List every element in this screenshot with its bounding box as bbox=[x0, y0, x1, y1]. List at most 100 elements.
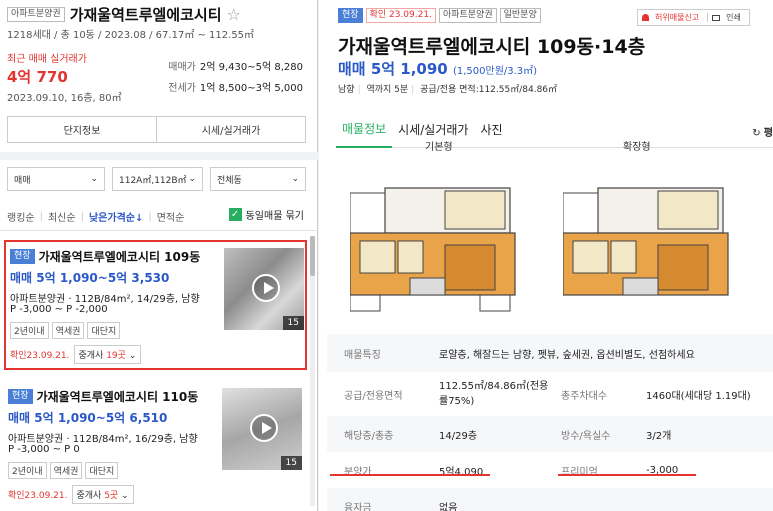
detail-tabs: 매물정보 시세/실거래가 사진 ↻ 평 bbox=[336, 112, 773, 148]
info-key: 총주차대수 bbox=[561, 390, 607, 402]
type-tag: 아파트분양권 bbox=[438, 8, 497, 23]
area-info: 공급/전용 면적:112.55㎡/84.86㎡ bbox=[420, 85, 558, 95]
listing-spec: 아파트분양권 · 112B/84m², 16/29층, 남향 bbox=[8, 434, 198, 445]
chevron-down-icon: ⌄ bbox=[291, 174, 299, 184]
listing-photo[interactable]: 15 bbox=[222, 388, 302, 470]
favorite-star-icon[interactable]: ☆ bbox=[227, 5, 241, 24]
listing-footer: 확인23.09.21. 중개사 5곳 ⌄ bbox=[8, 485, 134, 504]
scrollbar-thumb[interactable] bbox=[310, 236, 315, 276]
info-row-floor: 해당층/총층 14/29층 방수/욕실수 3/2개 bbox=[327, 416, 773, 452]
jeonse-range-value: 1억 8,500~3억 5,000 bbox=[199, 83, 303, 94]
floor-plan-extended[interactable] bbox=[563, 183, 733, 313]
listing-card[interactable]: 현장 가재울역트루엘에코시티 109동 매매 5억 1,090~5억 3,530… bbox=[4, 240, 307, 370]
sort-ranking[interactable]: 랭킹순 bbox=[7, 209, 35, 224]
market-price-button[interactable]: 시세/실거래가 bbox=[156, 117, 305, 142]
area-select[interactable]: 112A㎡,112B㎡ ⌄ bbox=[112, 167, 203, 191]
station-distance: 역까지 5분 bbox=[366, 85, 409, 95]
trade-type-value: 매매 bbox=[14, 175, 31, 186]
printer-icon bbox=[712, 14, 721, 21]
siren-icon bbox=[642, 14, 649, 21]
floor-plan-basic[interactable] bbox=[350, 183, 520, 313]
sort-latest[interactable]: 최신순 bbox=[48, 209, 76, 224]
sale-range-value: 2억 9,430~5억 8,280 bbox=[199, 62, 303, 73]
filter-bar: 매매 ⌄ 112A㎡,112B㎡ ⌄ 전체동 ⌄ bbox=[7, 167, 306, 191]
complex-summary: 1218세대 / 총 10동 / 2023.08 / 67.17㎡ ~ 112.… bbox=[7, 30, 255, 41]
listing-tag: 2년이내 bbox=[10, 322, 49, 339]
chevron-down-icon: ⌄ bbox=[90, 174, 98, 184]
info-row-features: 매물특징 로얄층, 해잘드는 남향, 펫뷰, 숲세권, 옵션비별도, 선점하세요 bbox=[327, 334, 773, 372]
confirmed-date: 확인23.09.21. bbox=[10, 351, 70, 361]
listing-photo[interactable]: 15 bbox=[224, 248, 304, 330]
agents-count: 5곳 bbox=[104, 491, 119, 501]
chevron-down-icon: ⌄ bbox=[128, 351, 137, 361]
dong-select[interactable]: 전체동 ⌄ bbox=[210, 167, 306, 191]
info-value: 1460대(세대당 1.19대) bbox=[646, 390, 751, 402]
photo-count: 15 bbox=[280, 456, 302, 470]
listing-tag: 역세권 bbox=[51, 322, 85, 339]
onsite-badge: 현장 bbox=[338, 8, 363, 23]
report-button[interactable]: 허위매물신고 bbox=[638, 12, 707, 23]
dong-value: 전체동 bbox=[217, 175, 242, 186]
info-value: 112.55㎡/84.86㎡(전용률75%) bbox=[439, 381, 549, 407]
onsite-badge: 현장 bbox=[10, 249, 35, 264]
complex-type-tag: 아파트분양권 bbox=[7, 7, 65, 22]
info-row-presale: 분양가 5억4,090 프리미엄 -3,000 bbox=[327, 452, 773, 488]
list-scrollbar[interactable] bbox=[310, 236, 315, 506]
detail-title: 가재울역트루엘에코시티 109동·14층 bbox=[338, 36, 646, 58]
listing-footer: 확인23.09.21. 중개사 19곳 ⌄ bbox=[10, 345, 142, 364]
agents-prefix: 중개사 bbox=[76, 491, 105, 501]
confirmed-date: 확인23.09.21. bbox=[8, 491, 68, 501]
checkbox-checked-icon[interactable]: ✓ bbox=[228, 208, 242, 221]
agents-count: 19곳 bbox=[106, 351, 126, 361]
bundle-label: 동일매물 묶기 bbox=[245, 211, 304, 222]
refresh-icon: ↻ bbox=[752, 128, 761, 139]
onsite-badge: 현장 bbox=[8, 389, 33, 404]
agents-dropdown[interactable]: 중개사 19곳 ⌄ bbox=[73, 345, 142, 364]
play-icon[interactable] bbox=[250, 414, 278, 442]
listing-card[interactable]: 현장 가재울역트루엘에코시티 110동 매매 5억 1,090~5억 6,510… bbox=[4, 382, 307, 511]
price-per-area: (1,500만원/3.3㎡) bbox=[452, 66, 538, 77]
listing-price: 매매 5억 1,090~5억 3,530 bbox=[10, 271, 170, 285]
print-button[interactable]: 인쇄 bbox=[708, 12, 749, 23]
listing-spec: 아파트분양권 · 112B/84m², 14/29층, 남향 bbox=[10, 294, 200, 305]
chevron-down-icon: ⌄ bbox=[188, 174, 196, 184]
sort-area[interactable]: 면적순 bbox=[157, 209, 185, 224]
bundle-same-listings[interactable]: ✓ 동일매물 묶기 bbox=[228, 207, 304, 222]
divider bbox=[0, 230, 318, 231]
listing-tags: 2년이내 역세권 대단지 bbox=[8, 462, 119, 479]
info-key: 융자금 bbox=[344, 502, 372, 511]
info-value: 14/29층 bbox=[439, 430, 478, 442]
complex-info-button[interactable]: 단지정보 bbox=[8, 117, 156, 142]
jeonse-price-range: 전세가 1억 8,500~3억 5,000 bbox=[168, 79, 303, 94]
tab-photos[interactable]: 사진 bbox=[474, 112, 508, 148]
info-row-area: 공급/전용면적 112.55㎡/84.86㎡(전용률75%) 총주차대수 146… bbox=[327, 372, 773, 416]
agents-dropdown[interactable]: 중개사 5곳 ⌄ bbox=[71, 485, 134, 504]
area-value: 112A㎡,112B㎡ bbox=[119, 175, 187, 186]
info-key: 매물특징 bbox=[344, 349, 381, 361]
listing-head: 현장 가재울역트루엘에코시티 109동 bbox=[10, 248, 200, 265]
detail-price: 매매 5억 1,090 (1,500만원/3.3㎡) bbox=[338, 58, 537, 79]
unit-toggle[interactable]: ↻ 평 bbox=[752, 124, 773, 139]
section-separator bbox=[0, 152, 318, 160]
play-icon[interactable] bbox=[252, 274, 280, 302]
sort-low-price[interactable]: 낮은가격순↓ bbox=[89, 209, 143, 224]
complex-header: 아파트분양권 가재울역트루엘에코시티 ☆ bbox=[7, 4, 241, 25]
photo-count: 15 bbox=[282, 316, 304, 330]
trade-type-select[interactable]: 매매 ⌄ bbox=[7, 167, 105, 191]
info-key: 방수/욕실수 bbox=[561, 430, 611, 442]
info-value: 로얄층, 해잘드는 남향, 펫뷰, 숲세권, 옵션비별도, 선점하세요 bbox=[439, 349, 695, 361]
listing-head: 현장 가재울역트루엘에코시티 110동 bbox=[8, 388, 198, 405]
info-key: 해당층/총층 bbox=[344, 430, 394, 442]
info-value: 없음 bbox=[439, 502, 458, 511]
listing-panel: 아파트분양권 가재울역트루엘에코시티 ☆ 1218세대 / 총 10동 / 20… bbox=[0, 0, 318, 511]
highlight-underline bbox=[330, 474, 490, 476]
plan-extended-label: 확장형 bbox=[623, 142, 651, 153]
sale-range-label: 매매가 bbox=[168, 62, 196, 73]
jeonse-range-label: 전세가 bbox=[168, 83, 196, 94]
listing-price: 매매 5억 1,090~5억 6,510 bbox=[8, 411, 168, 425]
tab-listing-info[interactable]: 매물정보 bbox=[336, 112, 393, 148]
plan-basic-label: 기본형 bbox=[425, 142, 453, 153]
listing-tags: 2년이내 역세권 대단지 bbox=[10, 322, 121, 339]
listing-tag: 대단지 bbox=[87, 322, 121, 339]
recent-trade-label: 최근 매매 실거래가 bbox=[7, 54, 87, 65]
